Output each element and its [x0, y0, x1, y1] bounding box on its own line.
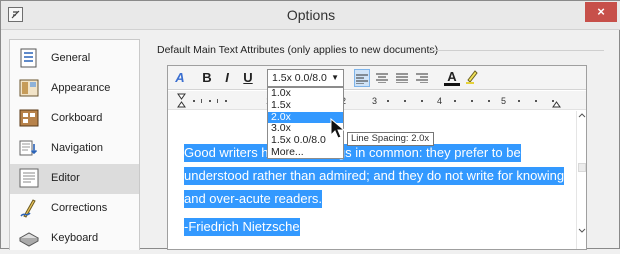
sidebar-item-label: Editor	[51, 172, 80, 184]
bold-button[interactable]: B	[199, 69, 215, 87]
align-center-icon	[376, 73, 388, 84]
sidebar-item-keyboard[interactable]: Keyboard	[10, 224, 139, 254]
sidebar-item-appearance[interactable]: Appearance	[10, 74, 139, 104]
navigation-icon	[19, 140, 38, 156]
ruler-mark	[471, 100, 473, 102]
menu-item[interactable]: More...	[268, 146, 343, 159]
ruler-mark	[421, 100, 423, 102]
ruler-mark	[535, 100, 537, 102]
menu-item[interactable]: 1.5x	[268, 99, 343, 112]
sidebar-item-label: Corkboard	[51, 112, 103, 124]
sidebar-item-label: General	[51, 52, 91, 64]
italic-button[interactable]: I	[219, 69, 235, 87]
mouse-cursor-icon	[330, 118, 346, 139]
window-title: Options	[286, 7, 336, 23]
ruler-number: 4	[437, 96, 443, 106]
keyboard-icon	[19, 232, 39, 247]
ruler-number: 5	[501, 96, 507, 106]
underline-button[interactable]: U	[240, 69, 256, 87]
sidebar-item-corrections[interactable]: Corrections	[10, 194, 139, 224]
sidebar-item-label: Navigation	[51, 142, 103, 154]
sidebar-item-editor[interactable]: Editor	[10, 164, 139, 194]
ruler-number: 3	[372, 96, 378, 106]
scrollbar-thumb[interactable]	[578, 163, 586, 172]
line-spacing-dropdown[interactable]: 1.5x 0.0/8.0 ▼	[267, 69, 344, 87]
ruler-mark	[387, 100, 389, 102]
options-sidebar: General Appearance Corkboard Navigation …	[9, 39, 140, 250]
vertical-scrollbar[interactable]	[576, 111, 586, 249]
general-icon	[20, 48, 37, 68]
line-spacing-value: 1.5x 0.0/8.0	[272, 72, 327, 84]
sample-text-line: and over-acute readers.	[184, 190, 323, 208]
first-indent-marker-icon[interactable]	[177, 93, 186, 108]
options-window: Options × General Appearance Corkboard N…	[0, 0, 620, 250]
sample-text-line: understood rather than admired; and they…	[184, 167, 565, 185]
sample-text-line: -Friedrich Nietzsche	[184, 218, 300, 236]
ruler-mark	[193, 100, 195, 102]
highlighter-icon	[466, 70, 478, 84]
ruler-tick	[217, 99, 218, 103]
appearance-icon	[19, 79, 39, 97]
font-style-icon[interactable]: A	[172, 69, 188, 87]
sidebar-item-label: Appearance	[51, 82, 111, 94]
scroll-down-icon[interactable]	[578, 228, 586, 233]
sidebar-item-label: Keyboard	[51, 232, 99, 244]
text-attributes-editor: A B I U 1.5x 0.0/8.0 ▼ A 3 4 5 Good writ…	[167, 65, 587, 250]
ruler-mark	[454, 100, 456, 102]
right-indent-marker-icon[interactable]	[552, 101, 561, 108]
corrections-icon	[20, 199, 36, 218]
highlight-button[interactable]	[464, 69, 480, 87]
align-left-icon	[356, 74, 368, 85]
line-spacing-tooltip: Line Spacing: 2.0x	[347, 132, 434, 146]
group-divider	[429, 50, 604, 51]
align-center-button[interactable]	[374, 69, 390, 87]
sidebar-item-corkboard[interactable]: Corkboard	[10, 104, 139, 134]
editor-icon	[19, 168, 39, 188]
align-left-button[interactable]	[354, 69, 370, 87]
ruler-mark	[488, 100, 490, 102]
corkboard-icon	[19, 109, 39, 127]
align-justify-icon	[396, 73, 408, 84]
text-ruler[interactable]: 1 2 3 4 5	[168, 91, 586, 110]
title-bar[interactable]: Options ×	[1, 1, 620, 30]
sidebar-item-general[interactable]: General	[10, 44, 139, 74]
align-justify-button[interactable]	[394, 69, 410, 87]
ruler-mark	[404, 100, 406, 102]
sample-text-line: Good writers have two things in common: …	[184, 144, 521, 162]
align-right-icon	[416, 73, 428, 84]
ruler-mark	[209, 100, 211, 102]
text-color-button[interactable]: A	[444, 69, 460, 86]
ruler-mark	[518, 100, 520, 102]
chevron-down-icon: ▼	[331, 73, 339, 82]
close-button[interactable]: ×	[585, 2, 617, 22]
default-text-attributes-label: Default Main Text Attributes (only appli…	[157, 44, 439, 56]
ruler-tick	[201, 99, 202, 103]
sidebar-item-navigation[interactable]: Navigation	[10, 134, 139, 164]
scroll-up-icon[interactable]	[578, 113, 586, 118]
align-right-button[interactable]	[414, 69, 430, 87]
format-toolbar: A B I U 1.5x 0.0/8.0 ▼ A	[168, 66, 586, 90]
ruler-mark	[225, 100, 227, 102]
sidebar-item-label: Corrections	[51, 202, 108, 214]
